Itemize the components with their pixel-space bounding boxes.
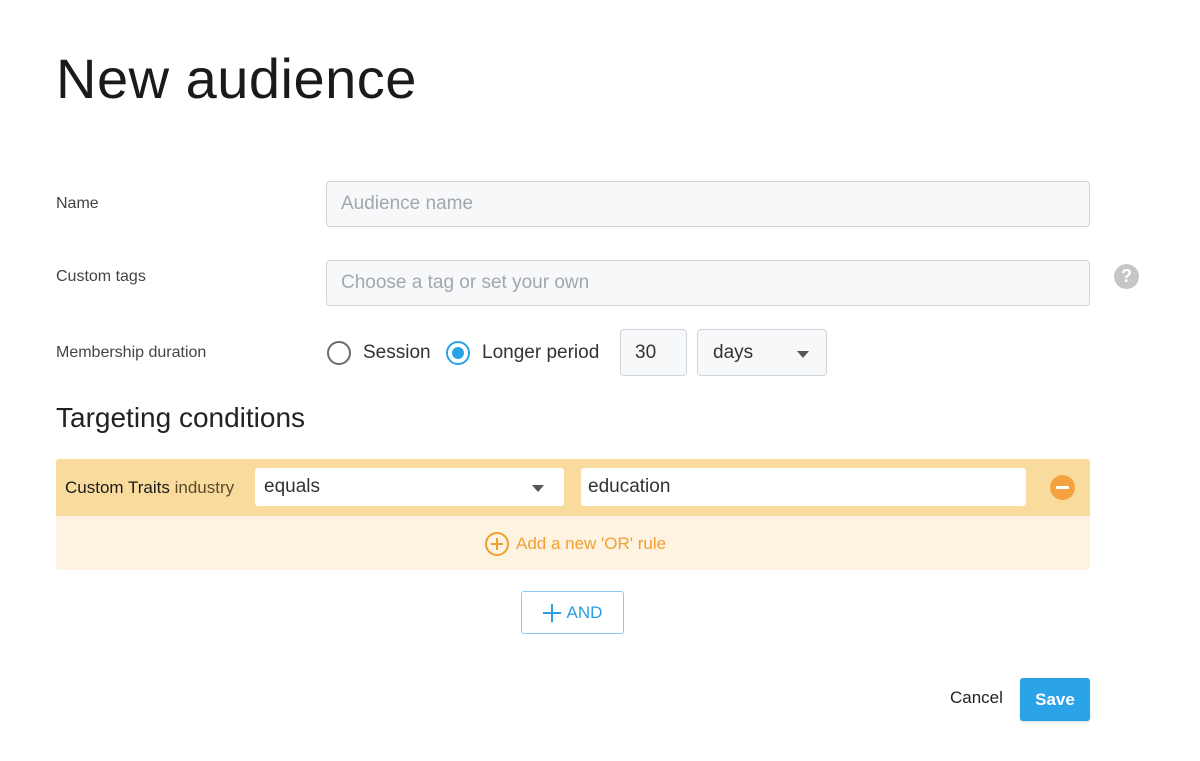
chevron-down-icon	[797, 351, 809, 358]
membership-duration-label: Membership duration	[56, 344, 207, 361]
remove-condition-icon[interactable]	[1050, 475, 1075, 500]
targeting-conditions-title: Targeting conditions	[56, 402, 306, 433]
custom-tags-input[interactable]	[326, 260, 1090, 306]
page-title: New audience	[56, 47, 417, 110]
save-button[interactable]: Save	[1020, 678, 1090, 721]
condition-operator-select[interactable]: equals	[255, 468, 564, 506]
add-or-rule-label: Add a new 'OR' rule	[516, 534, 667, 553]
condition-trait: Custom Traits industry	[65, 478, 234, 498]
cancel-button[interactable]: Cancel	[950, 688, 1003, 708]
name-label: Name	[56, 195, 99, 212]
duration-unit-value: days	[713, 342, 754, 363]
radio-longer-period-label[interactable]: Longer period	[482, 342, 599, 364]
condition-trait-name: industry	[174, 478, 235, 497]
question-mark-icon[interactable]: ?	[1114, 264, 1139, 289]
chevron-down-icon	[532, 485, 544, 492]
condition-operator-value: equals	[264, 476, 320, 497]
add-and-button[interactable]: AND	[521, 591, 624, 634]
duration-unit-select[interactable]: days	[697, 329, 827, 376]
radio-longer-period[interactable]	[446, 341, 470, 365]
condition-value-input[interactable]: education	[581, 468, 1026, 506]
audience-name-input[interactable]	[326, 181, 1090, 227]
radio-session-label[interactable]: Session	[363, 342, 431, 364]
radio-session[interactable]	[327, 341, 351, 365]
condition-trait-group: Custom Traits	[65, 478, 170, 497]
condition-group: Custom Traits industry equals education …	[56, 459, 1090, 570]
duration-amount-input[interactable]: 30	[620, 329, 687, 376]
custom-tags-label: Custom tags	[56, 268, 146, 285]
condition-row: Custom Traits industry equals education	[56, 459, 1090, 516]
plus-icon	[542, 603, 561, 622]
add-or-rule-button[interactable]: Add a new 'OR' rule	[485, 531, 666, 557]
add-and-label: AND	[566, 602, 603, 622]
plus-circle-icon	[485, 532, 509, 556]
